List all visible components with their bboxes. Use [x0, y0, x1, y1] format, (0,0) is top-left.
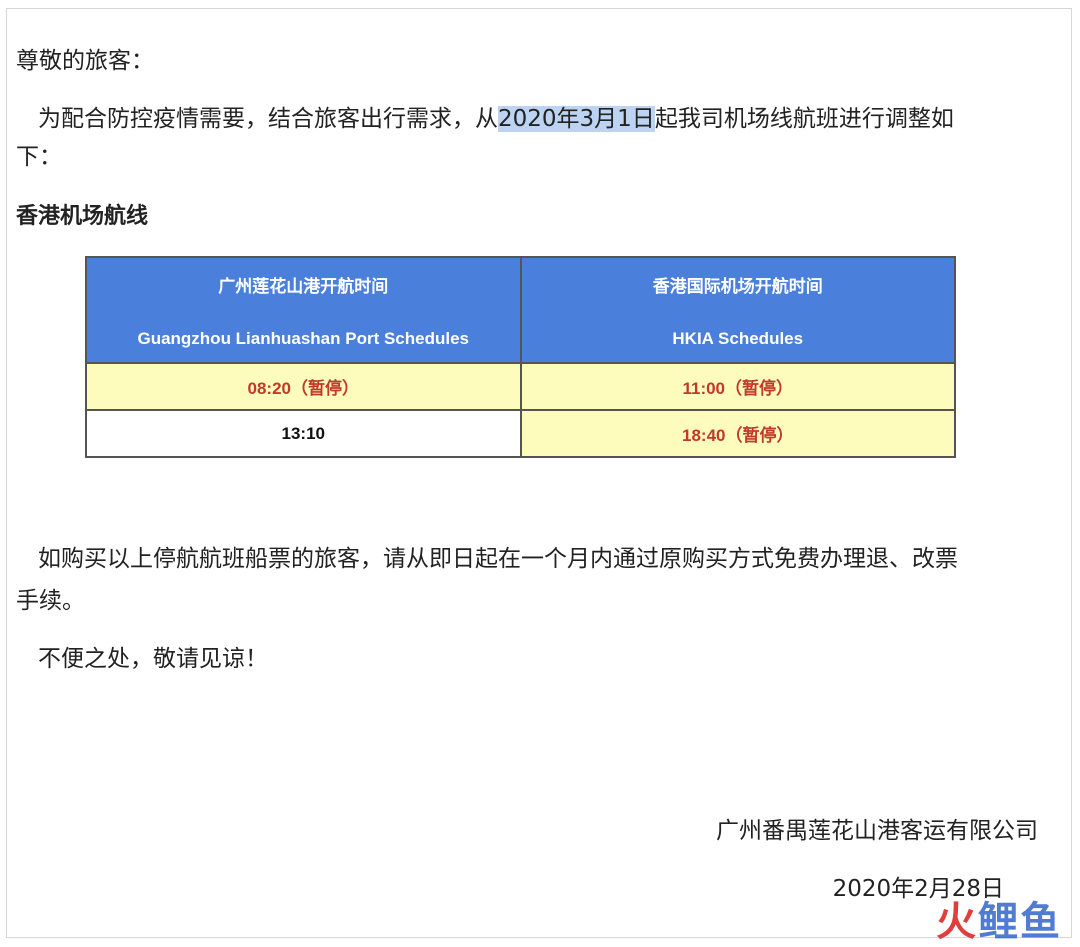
header-guangzhou: 广州莲花山港开航时间 Guangzhou Lianhuashan Port Sc…: [85, 256, 522, 364]
watermark-part-1: 火: [936, 899, 978, 945]
header-guangzhou-en: Guangzhou Lianhuashan Port Schedules: [137, 329, 470, 348]
company-signature: 广州番禺莲花山港客运有限公司: [716, 818, 1038, 844]
watermark-part-2: 鲤鱼: [978, 899, 1062, 945]
header-hkia-cn: 香港国际机场开航时间: [652, 277, 823, 296]
paragraph-1-line-2: 下：: [16, 144, 62, 170]
section-title: 香港机场航线: [16, 204, 149, 229]
highlighted-date: 2020年3月1日: [498, 106, 655, 132]
header-hkia-en: HKIA Schedules: [672, 329, 804, 348]
table-cell: 11:00（暂停）: [519, 362, 956, 411]
watermark-logo: 火鲤鱼: [936, 898, 1062, 946]
table-cell: 13:10: [85, 409, 522, 458]
greeting: 尊敬的旅客：: [16, 48, 154, 74]
header-guangzhou-cn: 广州莲花山港开航时间: [218, 277, 389, 296]
table-cell: 08:20（暂停）: [85, 362, 522, 411]
paragraph-2-line-1: 如购买以上停航航班船票的旅客，请从即日起在一个月内通过原购买方式免费办理退、改票: [38, 546, 958, 572]
table-cell: 18:40（暂停）: [519, 409, 956, 458]
header-hkia: 香港国际机场开航时间 HKIA Schedules: [519, 256, 956, 364]
table-header-row: 广州莲花山港开航时间 Guangzhou Lianhuashan Port Sc…: [85, 256, 956, 364]
paragraph-1-text-start: 为配合防控疫情需要，结合旅客出行需求，从: [38, 106, 498, 132]
paragraph-1-text-end: 起我司机场线航班进行调整如: [654, 106, 954, 132]
paragraph-3: 不便之处，敬请见谅！: [38, 646, 268, 672]
notice-frame: [6, 8, 1072, 938]
schedule-table: 广州莲花山港开航时间 Guangzhou Lianhuashan Port Sc…: [85, 256, 956, 458]
table-row: 13:10 18:40（暂停）: [85, 409, 956, 458]
paragraph-1-line-1: 为配合防控疫情需要，结合旅客出行需求，从2020年3月1日起我司机场线航班进行调…: [38, 104, 954, 134]
table-row: 08:20（暂停） 11:00（暂停）: [85, 362, 956, 411]
paragraph-2-line-2: 手续。: [16, 588, 85, 614]
